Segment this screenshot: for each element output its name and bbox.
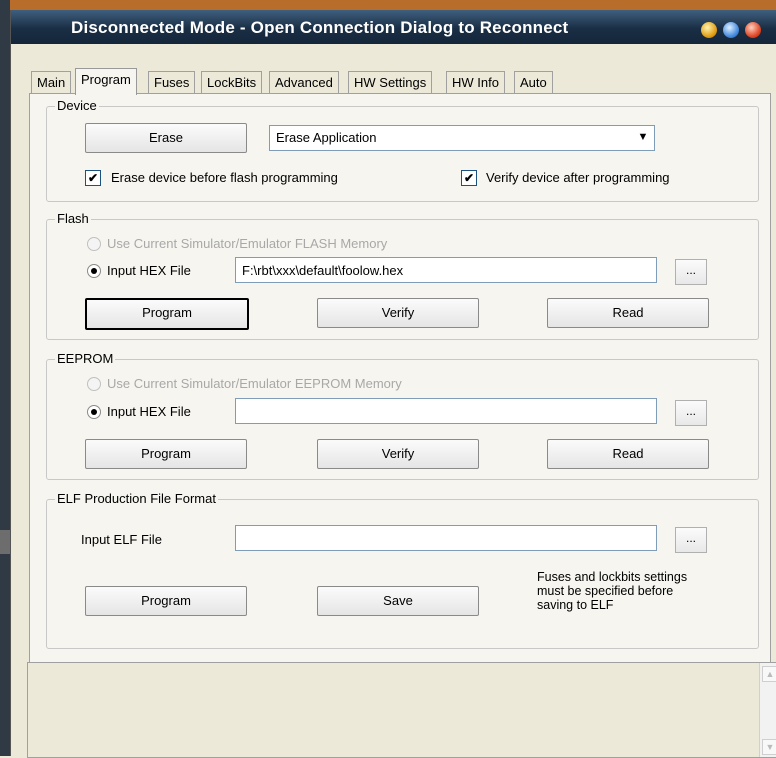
maximize-button[interactable] (723, 22, 739, 38)
device-group: Device Erase Erase Application ▼ ✔ Erase… (46, 98, 759, 202)
verify-after-checkbox[interactable]: ✔ (461, 170, 477, 186)
eeprom-use-sim-label: Use Current Simulator/Emulator EEPROM Me… (107, 376, 402, 391)
eeprom-hex-path-input[interactable] (235, 398, 657, 424)
eeprom-group-title: EEPROM (55, 351, 116, 366)
erase-mode-value: Erase Application (276, 130, 377, 145)
erase-button[interactable]: Erase (85, 123, 247, 153)
eeprom-verify-button[interactable]: Verify (317, 439, 479, 469)
tab-main[interactable]: Main (31, 71, 72, 94)
tab-hw-info[interactable]: HW Info (446, 71, 505, 94)
tab-lockbits[interactable]: LockBits (201, 71, 263, 94)
eeprom-group: EEPROM Use Current Simulator/Emulator EE… (46, 351, 759, 480)
status-scrollbar[interactable]: ▲ ▼ (759, 663, 776, 757)
programming-dialog: Disconnected Mode - Open Connection Dial… (10, 10, 776, 758)
dialog-content: Main Program Fuses LockBits Advanced HW … (11, 44, 776, 758)
elf-note: Fuses and lockbits settings must be spec… (537, 570, 687, 612)
flash-read-button[interactable]: Read (547, 298, 709, 328)
device-group-title: Device (55, 98, 99, 113)
elf-note-line-1: Fuses and lockbits settings (537, 570, 688, 584)
tab-hw-settings[interactable]: HW Settings (348, 71, 433, 94)
chevron-down-icon[interactable]: ▼ (636, 130, 650, 144)
erase-mode-select[interactable]: Erase Application ▼ (269, 125, 655, 151)
elf-path-input[interactable] (235, 525, 657, 551)
eeprom-input-hex-label: Input HEX File (107, 404, 191, 419)
flash-program-button[interactable]: Program (85, 298, 249, 330)
erase-before-flash-label: Erase device before flash programming (111, 170, 338, 185)
scroll-down-icon[interactable]: ▼ (762, 739, 776, 755)
eeprom-read-button[interactable]: Read (547, 439, 709, 469)
desktop-edge (0, 0, 10, 756)
flash-group: Flash Use Current Simulator/Emulator FLA… (46, 211, 759, 340)
elf-browse-button[interactable]: ... (675, 527, 707, 553)
flash-input-hex-label: Input HEX File (107, 263, 191, 278)
tab-program[interactable]: Program (75, 68, 137, 95)
elf-group: ELF Production File Format Input ELF Fil… (46, 491, 759, 649)
flash-browse-button[interactable]: ... (675, 259, 707, 285)
tab-advanced[interactable]: Advanced (269, 71, 339, 94)
eeprom-program-button[interactable]: Program (85, 439, 247, 469)
flash-group-title: Flash (55, 211, 91, 226)
status-log[interactable]: ▲ ▼ (27, 662, 776, 758)
elf-program-button[interactable]: Program (85, 586, 247, 616)
flash-input-hex-radio[interactable] (87, 264, 101, 278)
flash-hex-path-input[interactable]: F:\rbt\xxx\default\foolow.hex (235, 257, 657, 283)
title-bar: Disconnected Mode - Open Connection Dial… (11, 10, 776, 44)
tab-fuses[interactable]: Fuses (148, 71, 196, 94)
scroll-up-icon[interactable]: ▲ (762, 666, 776, 682)
elf-save-button[interactable]: Save (317, 586, 479, 616)
minimize-button[interactable] (701, 22, 717, 38)
erase-before-flash-checkbox[interactable]: ✔ (85, 170, 101, 186)
elf-note-line-2: must be specified before (537, 584, 674, 598)
elf-note-line-3: saving to ELF (537, 598, 614, 612)
close-button[interactable] (745, 22, 761, 38)
window-title: Disconnected Mode - Open Connection Dial… (71, 18, 569, 37)
elf-group-title: ELF Production File Format (55, 491, 218, 506)
verify-after-label: Verify device after programming (486, 170, 670, 185)
elf-input-label: Input ELF File (81, 532, 162, 547)
program-tab-panel: Device Erase Erase Application ▼ ✔ Erase… (29, 93, 771, 677)
flash-use-sim-radio[interactable] (87, 237, 101, 251)
eeprom-use-sim-radio[interactable] (87, 377, 101, 391)
tab-auto[interactable]: Auto (514, 71, 553, 94)
flash-verify-button[interactable]: Verify (317, 298, 479, 328)
eeprom-input-hex-radio[interactable] (87, 405, 101, 419)
eeprom-browse-button[interactable]: ... (675, 400, 707, 426)
flash-use-sim-label: Use Current Simulator/Emulator FLASH Mem… (107, 236, 388, 251)
